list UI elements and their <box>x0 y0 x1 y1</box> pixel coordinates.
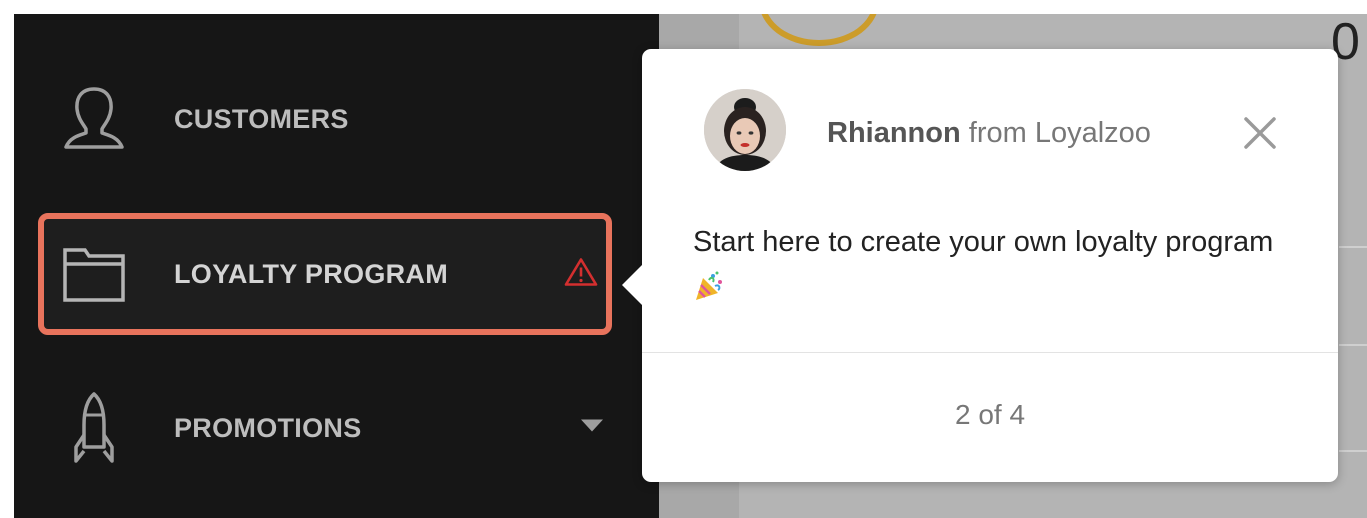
sender-line: Rhiannon from Loyalzoo <box>827 117 1151 150</box>
close-button[interactable] <box>1240 113 1280 153</box>
divider <box>1339 450 1367 452</box>
step-indicator: 2 of 4 <box>954 399 1026 430</box>
tooltip-message: Start here to create your own loyalty pr… <box>693 219 1293 317</box>
divider <box>642 352 1338 353</box>
divider <box>1339 344 1367 346</box>
warning-icon <box>564 257 598 292</box>
divider <box>1339 246 1367 248</box>
avatar <box>704 89 786 171</box>
sidebar-item-promotions[interactable]: PROMOTIONS <box>38 371 612 485</box>
folder-icon <box>60 240 128 308</box>
close-icon <box>1240 117 1280 157</box>
app-frame: CUSTOMERS LOYALTY PROGRAM PROMOTIONS 0 R… <box>14 14 1367 518</box>
sidebar-item-label: LOYALTY PROGRAM <box>174 258 449 289</box>
sidebar-item-label: CUSTOMERS <box>174 103 349 134</box>
message-text: Start here to create your own loyalty pr… <box>693 226 1274 258</box>
tooltip-pointer <box>622 263 644 307</box>
rocket-icon <box>60 392 128 463</box>
onboarding-tooltip: Rhiannon from Loyalzoo Start here to cre… <box>622 49 1338 482</box>
sender-suffix: from Loyalzoo <box>968 117 1151 149</box>
user-outline-icon <box>60 85 128 153</box>
sidebar: CUSTOMERS LOYALTY PROGRAM PROMOTIONS <box>14 14 659 518</box>
sidebar-item-loyalty-program[interactable]: LOYALTY PROGRAM <box>38 213 612 335</box>
sidebar-item-label: PROMOTIONS <box>174 412 362 443</box>
chevron-down-icon[interactable] <box>580 419 604 438</box>
party-popper-icon <box>693 270 725 317</box>
sender-name: Rhiannon <box>827 117 961 149</box>
sidebar-item-customers[interactable]: CUSTOMERS <box>38 62 612 176</box>
